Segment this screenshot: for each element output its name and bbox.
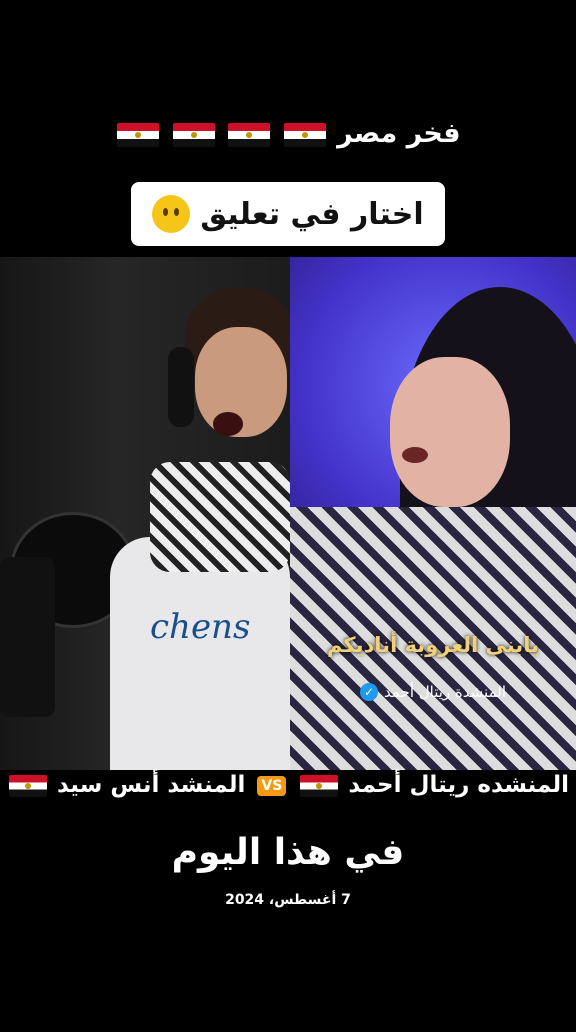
singer-face: [390, 357, 510, 507]
microphone-icon: [0, 557, 55, 717]
comment-prompt-text: اختار في تعليق: [200, 196, 424, 232]
egypt-flag-icon: [283, 122, 326, 147]
singer-left-name: المنشد أنس سيد: [57, 772, 246, 798]
shirt-print-text: chens: [150, 607, 251, 647]
singer-mouth: [402, 447, 428, 463]
keffiyeh-scarf: [150, 462, 290, 572]
vs-badge: VS: [257, 775, 287, 796]
singer-name-caption: المنشدة ريتال أحمد ✓: [290, 683, 576, 701]
egypt-flag-icon: [300, 774, 339, 797]
egypt-flag-icon: [228, 122, 271, 147]
song-title-caption: يابنى العروبة أناديكم: [326, 633, 540, 657]
video-left-panel[interactable]: chens: [0, 257, 290, 770]
memory-date: 7 أغسطس، 2024: [225, 892, 351, 908]
egypt-flag-icon: [172, 122, 215, 147]
singer-mouth: [213, 412, 243, 436]
neutral-face-emoji-icon: [152, 195, 191, 233]
egypt-flag-icon: [9, 774, 47, 797]
header-title-row: فخر مصر: [0, 118, 576, 149]
comment-prompt-label: اختار في تعليق: [131, 182, 445, 246]
egypt-flag-icon: [117, 122, 160, 147]
header-title: فخر مصر: [337, 118, 461, 149]
video-right-panel[interactable]: يابنى العروبة أناديكم المنشدة ريتال أحمد…: [290, 257, 576, 770]
headphone-icon: [168, 347, 194, 427]
verified-icon: ✓: [360, 683, 378, 701]
on-this-day-title: في هذا اليوم: [171, 832, 405, 873]
versus-caption: المنشده ريتال أحمد VS المنشد أنس سيد: [0, 772, 576, 798]
singer-name-text: المنشدة ريتال أحمد: [384, 683, 506, 701]
singer-right-name: المنشده ريتال أحمد: [348, 772, 569, 798]
